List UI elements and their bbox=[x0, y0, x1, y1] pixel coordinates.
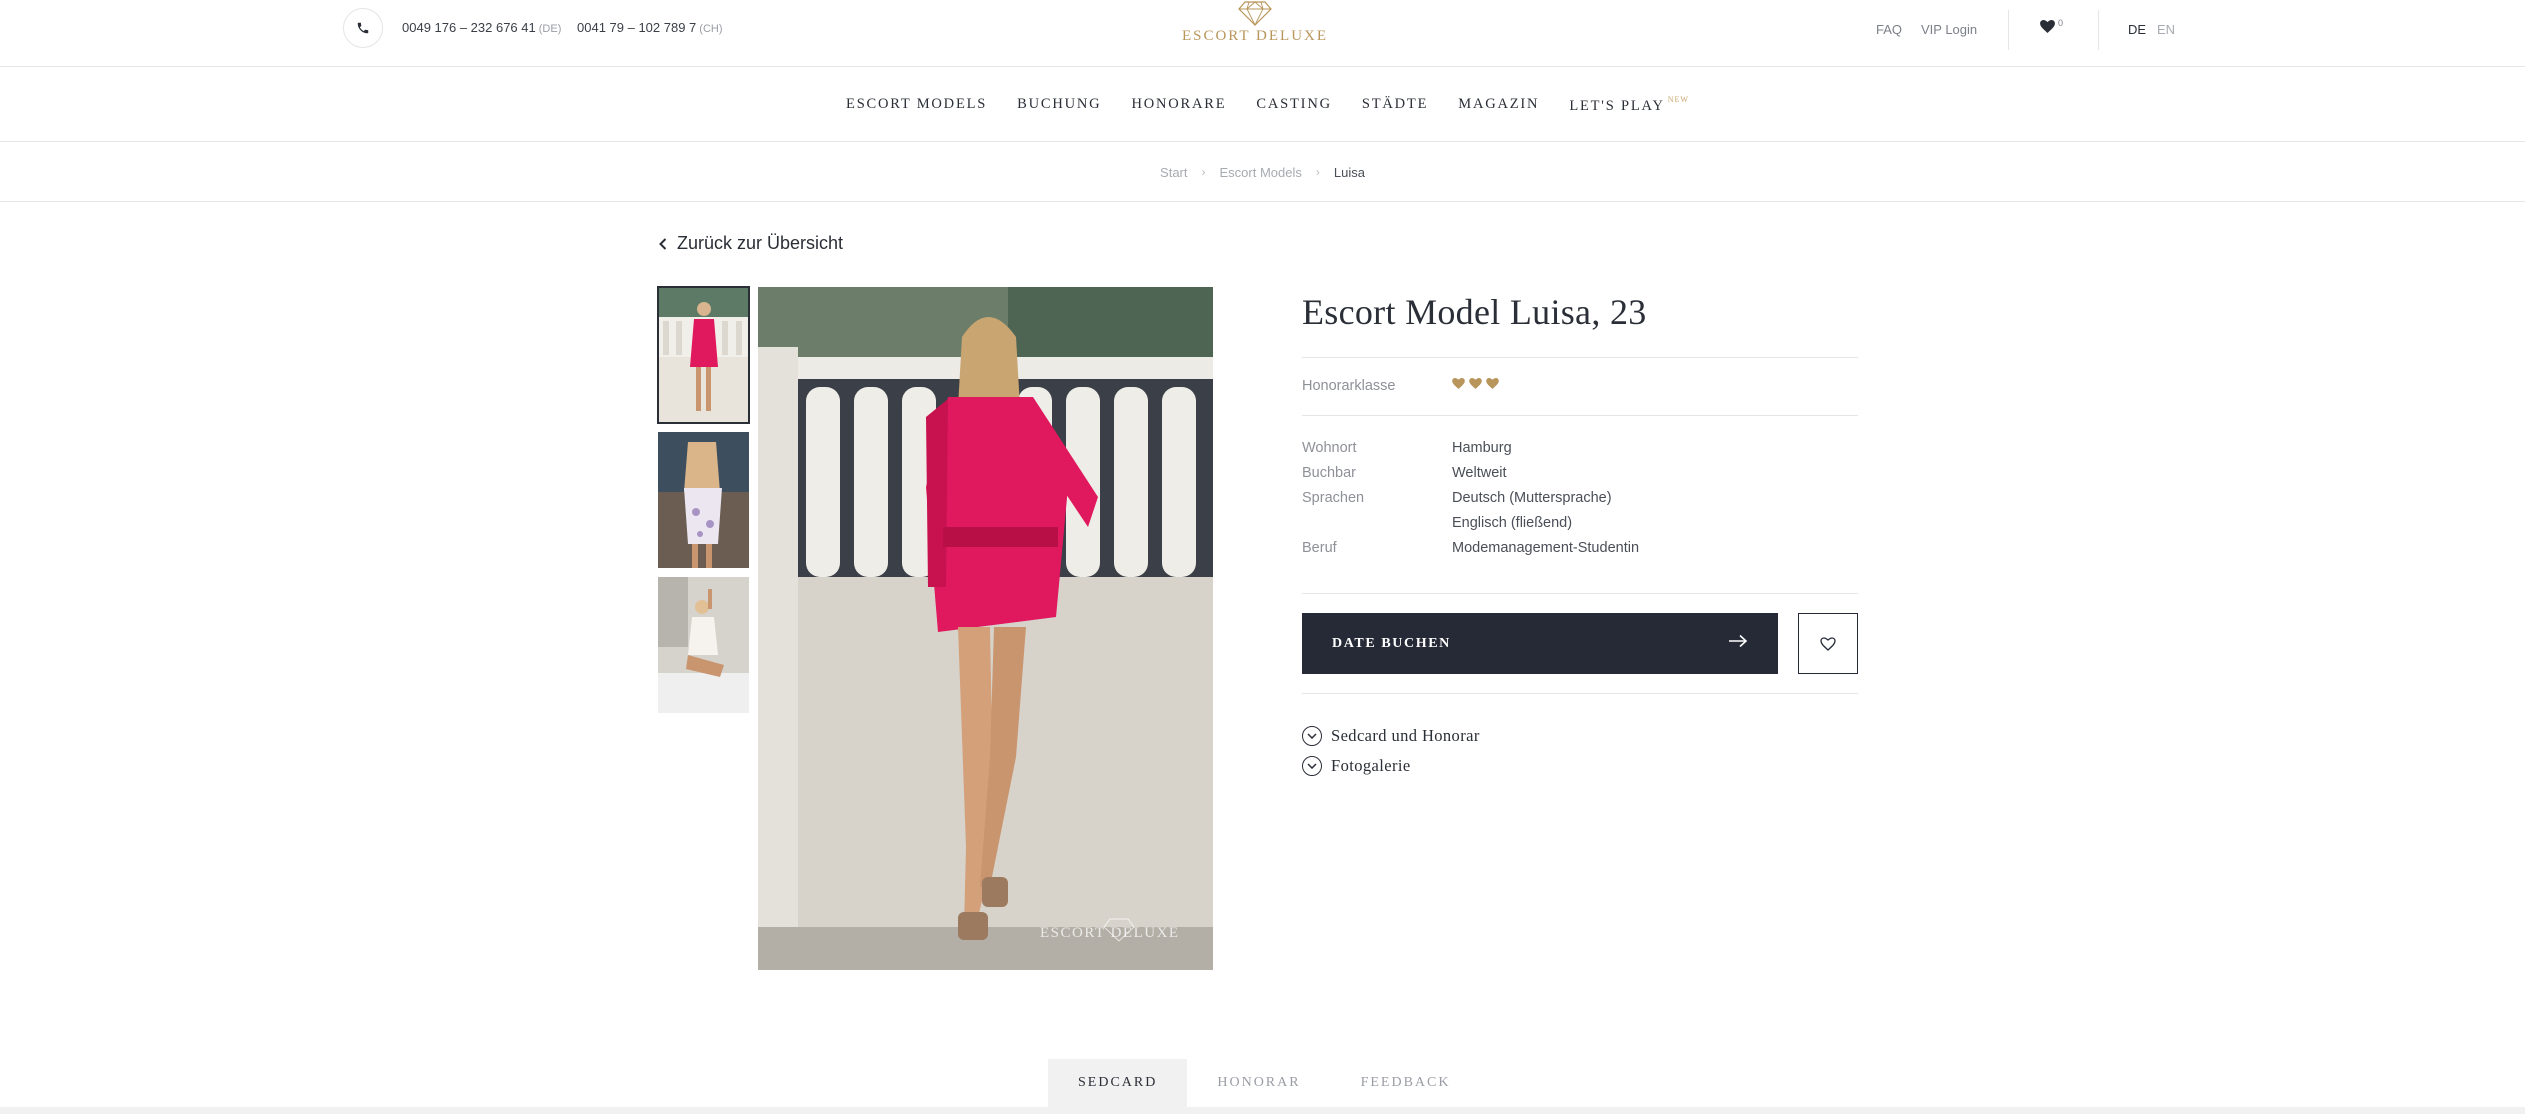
nav-casting[interactable]: CASTING bbox=[1256, 96, 1331, 113]
lang-en[interactable]: EN bbox=[2157, 22, 2175, 37]
phone-ch-country: (CH) bbox=[699, 23, 723, 35]
divider bbox=[2008, 10, 2009, 50]
honorar-label: Honorarklasse bbox=[1302, 378, 1396, 394]
divider bbox=[1302, 593, 1858, 594]
photo-thumbnail-image bbox=[658, 432, 749, 568]
detail-value-wohnort: Hamburg bbox=[1452, 440, 1512, 456]
breadcrumb: Start › Escort Models › Luisa bbox=[0, 143, 2525, 202]
book-date-button[interactable]: DATE BUCHEN bbox=[1302, 613, 1778, 674]
back-to-overview-link[interactable]: Zurück zur Übersicht bbox=[659, 233, 843, 254]
divider bbox=[1302, 357, 1858, 358]
detail-label-wohnort: Wohnort bbox=[1302, 440, 1357, 456]
nav-magazin[interactable]: MAGAZIN bbox=[1458, 96, 1539, 113]
heart-icon bbox=[2040, 20, 2055, 33]
nav-escort-models[interactable]: ESCORT MODELS bbox=[846, 96, 987, 113]
model-photo-image: ESCORT DELUXE bbox=[758, 287, 1213, 970]
heart-icon bbox=[1486, 378, 1499, 389]
chevron-down-icon bbox=[1302, 756, 1322, 776]
detail-value-beruf: Modemanagement-Studentin bbox=[1452, 540, 1640, 556]
divider bbox=[2098, 10, 2099, 50]
accordion-label: Sedcard und Honorar bbox=[1331, 726, 1480, 745]
detail-value-sprachen: Deutsch (Muttersprache) bbox=[1452, 490, 1612, 506]
tab-content-background bbox=[0, 1107, 2525, 1114]
phone-ch[interactable]: 0041 79 – 102 789 7 (CH) bbox=[577, 20, 723, 35]
book-date-label: DATE BUCHEN bbox=[1332, 635, 1451, 651]
gallery-thumbnail[interactable] bbox=[658, 577, 749, 713]
tab-sedcard[interactable]: SEDCARD bbox=[1048, 1059, 1188, 1107]
breadcrumb-start[interactable]: Start bbox=[1160, 165, 1187, 180]
content-tabs: SEDCARD HONORAR FEEDBACK bbox=[1048, 1059, 1481, 1107]
breadcrumb-separator: › bbox=[1201, 165, 1206, 179]
chevron-down-icon bbox=[1302, 726, 1322, 746]
heart-icon bbox=[1469, 378, 1482, 389]
detail-value-buchbar: Weltweit bbox=[1452, 465, 1507, 481]
nav-lets-play[interactable]: LET'S PLAY NEW bbox=[1569, 95, 1689, 115]
phone-button[interactable] bbox=[343, 8, 383, 48]
honorar-rating bbox=[1452, 378, 1503, 389]
lang-de[interactable]: DE bbox=[2128, 22, 2146, 37]
diamond-logo-icon bbox=[1238, 1, 1272, 26]
main-photo[interactable]: ESCORT DELUXE bbox=[758, 287, 1213, 970]
arrow-right-icon bbox=[1729, 634, 1748, 648]
detail-label-sprachen: Sprachen bbox=[1302, 490, 1365, 506]
phone-icon bbox=[357, 22, 369, 34]
accordion-fotogalerie[interactable]: Fotogalerie bbox=[1302, 756, 1411, 776]
nav-staedte[interactable]: STÄDTE bbox=[1362, 96, 1428, 113]
detail-label-beruf: Beruf bbox=[1302, 540, 1337, 556]
faq-link[interactable]: FAQ bbox=[1876, 22, 1902, 37]
nav-buchung[interactable]: BUCHUNG bbox=[1017, 96, 1101, 113]
phone-de-country: (DE) bbox=[538, 23, 562, 35]
photo-thumbnail-image bbox=[658, 577, 749, 713]
phone-de[interactable]: 0049 176 – 232 676 41 (DE) bbox=[402, 20, 561, 35]
detail-label-buchbar: Buchbar bbox=[1302, 465, 1357, 481]
gallery-thumbnail[interactable] bbox=[657, 286, 750, 424]
new-badge: NEW bbox=[1667, 94, 1689, 104]
breadcrumb-separator: › bbox=[1315, 165, 1320, 179]
add-favorite-button[interactable] bbox=[1798, 613, 1858, 674]
logo-text: ESCORT DELUXE bbox=[1181, 28, 1329, 44]
phone-ch-number: 0041 79 – 102 789 7 bbox=[577, 20, 697, 35]
gallery-thumbnail[interactable] bbox=[658, 432, 749, 568]
photo-thumbnail-image bbox=[658, 287, 749, 423]
favorites-count: 0 bbox=[2058, 18, 2064, 28]
favorites-button[interactable]: 0 bbox=[2040, 18, 2064, 33]
phone-de-number: 0049 176 – 232 676 41 bbox=[402, 20, 536, 35]
detail-value-sprachen-2: Englisch (fließend) bbox=[1452, 515, 1573, 531]
breadcrumb-escort-models[interactable]: Escort Models bbox=[1220, 165, 1302, 180]
main-nav: ESCORT MODELS BUCHUNG HONORARE CASTING S… bbox=[0, 68, 2525, 142]
back-link-label: Zurück zur Übersicht bbox=[677, 233, 844, 253]
tab-feedback[interactable]: FEEDBACK bbox=[1331, 1059, 1481, 1107]
nav-lets-play-label: LET'S PLAY bbox=[1569, 97, 1665, 114]
tab-honorar[interactable]: HONORAR bbox=[1187, 1059, 1330, 1107]
vip-login-link[interactable]: VIP Login bbox=[1921, 22, 1977, 37]
chevron-left-icon bbox=[659, 237, 667, 250]
logo[interactable]: ESCORT DELUXE bbox=[1140, 0, 1370, 60]
nav-honorare[interactable]: HONORARE bbox=[1131, 96, 1226, 113]
heart-outline-icon bbox=[1820, 636, 1836, 651]
accordion-label: Fotogalerie bbox=[1331, 756, 1411, 775]
profile-title: Escort Model Luisa, 23 bbox=[1302, 292, 1647, 332]
top-bar: 0049 176 – 232 676 41 (DE) 0041 79 – 102 … bbox=[0, 0, 2525, 67]
heart-icon bbox=[1452, 378, 1465, 389]
breadcrumb-current: Luisa bbox=[1333, 164, 1365, 180]
divider bbox=[1302, 415, 1858, 416]
divider bbox=[1302, 693, 1858, 694]
accordion-sedcard-honorar[interactable]: Sedcard und Honorar bbox=[1302, 726, 1480, 746]
